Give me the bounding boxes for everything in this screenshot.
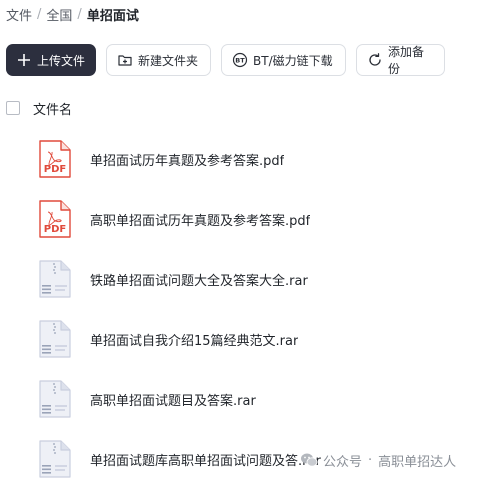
new-folder-button[interactable]: 新建文件夹 [106, 44, 211, 76]
file-row[interactable]: PDF 单招面试历年真题及参考答案.pdf [36, 136, 476, 182]
pdf-file-icon: PDF [36, 137, 74, 181]
new-folder-button-label: 新建文件夹 [138, 53, 199, 68]
watermark-dot: · [368, 452, 373, 468]
select-all-checkbox[interactable] [6, 101, 20, 115]
file-row[interactable]: 铁路单招面试问题大全及答案大全.rar [36, 256, 476, 302]
file-name: 单招面试历年真题及参考答案.pdf [90, 153, 285, 169]
add-backup-button[interactable]: 添加备份 [356, 44, 445, 76]
breadcrumb-separator: / [77, 6, 82, 22]
archive-file-icon [36, 437, 74, 479]
column-header-filename: 文件名 [33, 102, 73, 118]
breadcrumb-item-current: 单招面试 [86, 8, 139, 24]
file-name: 单招面试题库高职单招面试问题及答.rar [90, 453, 321, 469]
upload-button[interactable]: 上传文件 [6, 44, 96, 76]
pdf-file-icon: PDF [36, 197, 74, 241]
file-name: 铁路单招面试问题大全及答案大全.rar [90, 273, 308, 289]
toolbar: 上传文件 新建文件夹 BT BT/磁力链下载 添加备份 [6, 44, 445, 76]
breadcrumb: 文件 / 全国 / 单招面试 [6, 4, 139, 24]
archive-file-icon [36, 377, 74, 421]
bt-magnet-download-button[interactable]: BT BT/磁力链下载 [221, 44, 346, 76]
sync-icon [367, 52, 383, 68]
file-name: 单招面试自我介绍15篇经典范文.rar [90, 333, 299, 349]
archive-file-icon [36, 317, 74, 361]
svg-text:PDF: PDF [44, 164, 66, 175]
file-list-header: 文件名 [6, 99, 73, 118]
file-row[interactable]: PDF 高职单招面试历年真题及参考答案.pdf [36, 196, 476, 242]
watermark-account-name: 高职单招达人 [378, 454, 457, 470]
upload-button-label: 上传文件 [37, 53, 86, 68]
plus-icon [16, 52, 32, 68]
wechat-icon [300, 452, 318, 468]
watermark-prefix: 公众号 [323, 454, 363, 470]
svg-text:PDF: PDF [44, 224, 66, 235]
breadcrumb-item-files[interactable]: 文件 [6, 5, 32, 24]
bt-icon: BT [232, 52, 248, 68]
file-name: 高职单招面试题目及答案.rar [90, 393, 256, 409]
breadcrumb-item-national[interactable]: 全国 [46, 5, 72, 24]
file-row[interactable]: 单招面试自我介绍15篇经典范文.rar [36, 316, 476, 362]
archive-file-icon [36, 257, 74, 301]
bt-button-label: BT/磁力链下载 [253, 53, 333, 68]
backup-button-label: 添加备份 [388, 45, 425, 76]
breadcrumb-separator: / [37, 6, 42, 22]
folder-add-icon [117, 52, 133, 68]
file-row[interactable]: 高职单招面试题目及答案.rar [36, 376, 476, 422]
svg-text:BT: BT [235, 57, 245, 65]
watermark: 公众号 · 高职单招达人 [300, 450, 456, 470]
file-name: 高职单招面试历年真题及参考答案.pdf [90, 213, 311, 229]
